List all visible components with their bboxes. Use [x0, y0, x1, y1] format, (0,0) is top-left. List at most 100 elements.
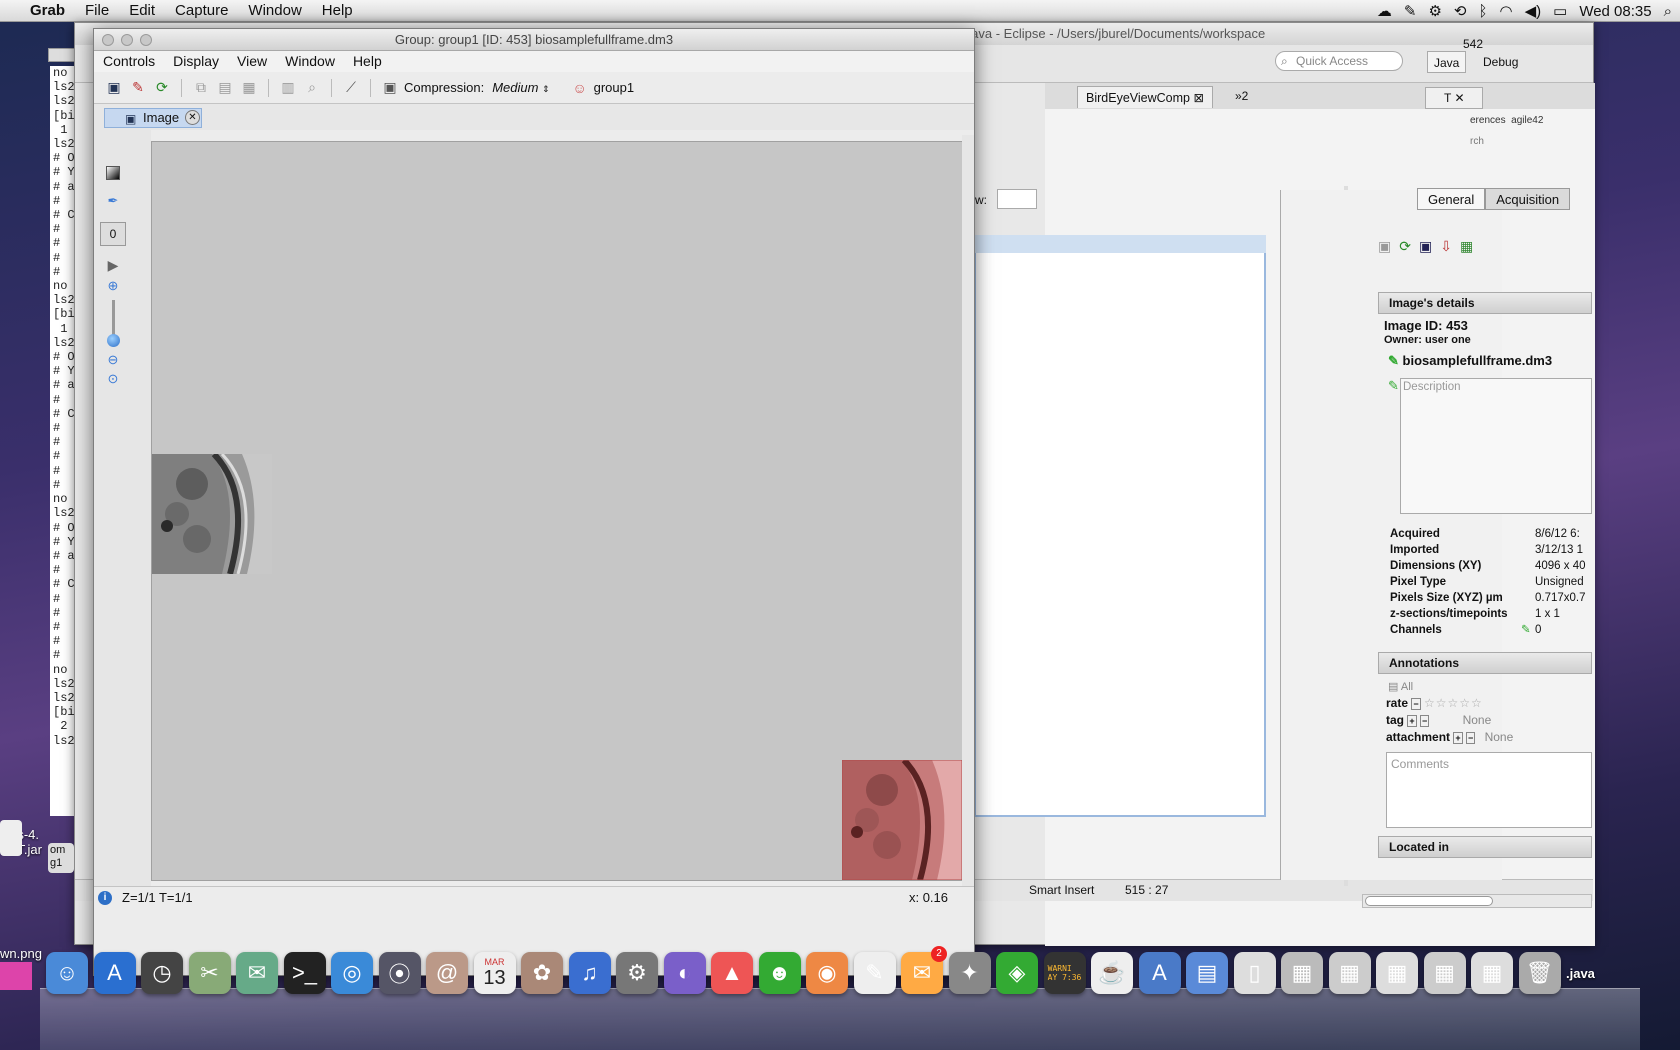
menu-capture[interactable]: Capture	[165, 0, 238, 22]
screenshot5-icon[interactable]: ▦	[1471, 952, 1513, 994]
close-window-button[interactable]	[102, 34, 114, 46]
menu-file[interactable]: File	[75, 0, 119, 22]
mail-bird-icon[interactable]: ✉	[236, 952, 278, 994]
battery-icon[interactable]: ▭	[1553, 2, 1567, 20]
spotlight-icon[interactable]: ⌕	[1664, 3, 1672, 20]
save-image-icon[interactable]: ▣	[104, 78, 124, 98]
birds-eye-view[interactable]	[842, 760, 962, 880]
zoom-fit-icon[interactable]: ⊙	[102, 368, 124, 390]
desktop-file-png[interactable]: wn.png	[0, 946, 42, 961]
tab-birdeyeview[interactable]: BirdEyeViewComp ⊠	[1077, 86, 1213, 108]
located-in-header[interactable]: Located in	[1378, 836, 1592, 858]
remove-tag-icon[interactable]: −	[1419, 715, 1430, 727]
evernote-icon[interactable]: ◈	[996, 952, 1038, 994]
add-attachment-icon[interactable]: +	[1453, 732, 1463, 744]
channel-0-button[interactable]: 0	[100, 222, 126, 246]
screenshot2-icon[interactable]: ▦	[1328, 952, 1371, 994]
time-machine-icon[interactable]: ⟲	[1454, 2, 1467, 20]
color-picker-icon[interactable]: ✒	[102, 190, 124, 212]
edit-pencil-icon[interactable]: ✎	[1388, 353, 1399, 368]
star-icon[interactable]: ☆	[1459, 696, 1471, 710]
collapse-icon[interactable]: −	[1411, 698, 1421, 710]
lens-icon[interactable]: ⌕	[302, 78, 322, 98]
mail-icon[interactable]: ✉ 2	[901, 946, 947, 994]
grayscale-icon[interactable]	[102, 162, 124, 184]
zoom-slider-thumb[interactable]	[107, 334, 120, 347]
desktop-file-om[interactable]: om g1	[48, 843, 74, 873]
view-input[interactable]	[997, 189, 1037, 209]
info-icon[interactable]: i	[98, 891, 112, 905]
copy-icon[interactable]: ⧉	[191, 78, 211, 98]
edit-pencil-icon[interactable]: ✎	[1388, 378, 1399, 394]
menu-display[interactable]: Display	[164, 51, 228, 72]
preview-icon[interactable]: ✂	[188, 952, 231, 994]
save-settings-icon[interactable]: ▦	[239, 78, 259, 98]
play-icon[interactable]: ▶	[102, 254, 124, 276]
menu-edit[interactable]: Edit	[119, 0, 165, 22]
minimize-window-button[interactable]	[121, 34, 133, 46]
terminal-icon[interactable]: >_	[283, 952, 326, 994]
contacts-icon[interactable]: @	[426, 952, 468, 994]
refresh-icon[interactable]: ⟳	[1399, 238, 1411, 255]
adium-icon[interactable]: ☻	[758, 952, 801, 994]
menu-window[interactable]: Window	[276, 51, 344, 72]
zoom-window-button[interactable]	[140, 34, 152, 46]
tab-image[interactable]: ▣ Image ✕	[104, 108, 202, 128]
star-icon[interactable]: ☆	[1436, 696, 1448, 710]
clock[interactable]: Wed 08:35	[1579, 3, 1651, 20]
refresh-icon[interactable]: ⟳	[152, 78, 172, 98]
tab-t[interactable]: T ✕	[1425, 87, 1483, 109]
evernote-tray-icon[interactable]: ✎	[1404, 2, 1417, 20]
vertical-scrollbar[interactable]	[962, 135, 974, 895]
edit-pencil-icon[interactable]: ✎	[1521, 623, 1531, 638]
textedit-icon[interactable]: ✎	[853, 952, 896, 994]
add-tag-icon[interactable]: +	[1407, 715, 1417, 727]
perspective-java-button[interactable]: Java	[1427, 51, 1467, 73]
itunes-icon[interactable]: ♫	[568, 952, 611, 994]
star-icon[interactable]: ☆	[1424, 696, 1436, 710]
creative-cloud-icon[interactable]: ☁	[1377, 2, 1392, 20]
photo-icon[interactable]: ✿	[521, 952, 563, 994]
compression-select[interactable]: Medium ⇕	[492, 80, 549, 95]
menu-window[interactable]: Window	[238, 0, 311, 22]
description-field[interactable]: Description	[1400, 378, 1592, 514]
rating-stars[interactable]: ☆☆☆☆☆	[1424, 696, 1483, 710]
screenshot3-icon[interactable]: ▦	[1376, 952, 1418, 994]
png-file-icon[interactable]	[0, 962, 32, 990]
eclipse-icon[interactable]: ◐	[663, 952, 706, 994]
details-header[interactable]: Image's details	[1378, 292, 1592, 314]
perspective-debug-button[interactable]: Debug	[1477, 51, 1524, 73]
menu-view[interactable]: View	[228, 51, 276, 72]
edit-rendering-icon[interactable]: ✎	[128, 78, 148, 98]
close-tab-icon[interactable]: ✕	[185, 110, 200, 125]
tab-acquisition[interactable]: Acquisition	[1485, 188, 1571, 210]
bluetooth-icon[interactable]: ᛒ	[1478, 3, 1487, 20]
comments-field[interactable]: Comments	[1386, 752, 1592, 828]
calendar-icon[interactable]: MAR 13	[473, 952, 516, 994]
app-store-icon[interactable]: A	[93, 952, 136, 994]
measure-tool-icon[interactable]: ⟋	[341, 78, 361, 98]
horizontal-scrollbar[interactable]	[1362, 894, 1592, 908]
screenshot4-icon[interactable]: ▦	[1423, 952, 1466, 994]
view-icon[interactable]: ▣	[1419, 238, 1432, 255]
remove-attachment-icon[interactable]: −	[1465, 732, 1476, 744]
star-icon[interactable]: ☆	[1471, 696, 1483, 710]
menu-help[interactable]: Help	[312, 0, 363, 22]
image-canvas[interactable]	[151, 141, 963, 881]
jar-file-icon[interactable]	[0, 820, 22, 856]
annotations-header[interactable]: Annotations	[1378, 652, 1592, 674]
chrome-icon[interactable]: ◉	[806, 952, 848, 994]
menu-app-name[interactable]: Grab	[20, 0, 75, 22]
tab-overflow[interactable]: »2	[1235, 89, 1248, 103]
movie-icon[interactable]: ▥	[278, 78, 298, 98]
trash-icon[interactable]: 🗑	[1518, 952, 1561, 994]
zoom-in-icon[interactable]: ⊕	[102, 275, 124, 297]
download-icon[interactable]: ⇩	[1440, 238, 1452, 255]
file-icon[interactable]: ▯	[1233, 952, 1276, 994]
close-icon[interactable]: ⊠	[1193, 91, 1203, 105]
wifi-icon[interactable]: ◠	[1500, 2, 1513, 20]
grid-icon[interactable]: ▦	[1460, 238, 1473, 255]
scrollbar-thumb[interactable]	[1365, 896, 1493, 906]
facetime-icon[interactable]: ⦿	[378, 952, 421, 994]
coffee-icon[interactable]: ☕	[1091, 952, 1133, 994]
